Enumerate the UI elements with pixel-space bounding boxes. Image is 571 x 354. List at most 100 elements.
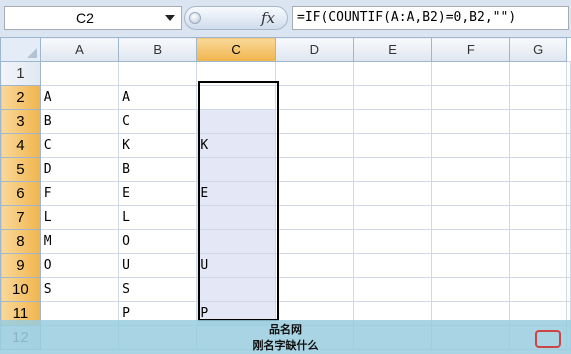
- column-header-a[interactable]: A: [39, 37, 120, 62]
- cell-b4[interactable]: K: [118, 133, 198, 158]
- cell-overflow[interactable]: [566, 253, 571, 278]
- cell-overflow[interactable]: [566, 181, 571, 206]
- cell-c9[interactable]: U: [196, 253, 276, 278]
- cell-d7[interactable]: [274, 205, 354, 230]
- cell-overflow[interactable]: [566, 61, 571, 86]
- row-header-1[interactable]: 1: [0, 61, 41, 86]
- cell-g3[interactable]: [509, 109, 567, 134]
- cell-a8[interactable]: M: [39, 229, 120, 254]
- cell-overflow[interactable]: [566, 277, 571, 302]
- cell-overflow[interactable]: [566, 85, 571, 110]
- name-box[interactable]: C2: [4, 6, 182, 30]
- column-header-b[interactable]: B: [118, 37, 198, 62]
- row-header-6[interactable]: 6: [0, 181, 41, 206]
- cell-c3[interactable]: [196, 109, 276, 134]
- row-header-5[interactable]: 5: [0, 157, 41, 182]
- cell-g7[interactable]: [509, 205, 567, 230]
- cell-g6[interactable]: [509, 181, 567, 206]
- formula-input[interactable]: =IF(COUNTIF(A:A,B2)=0,B2,""): [292, 6, 569, 30]
- cell-b7[interactable]: L: [118, 205, 198, 230]
- fx-icon[interactable]: fx: [261, 9, 275, 27]
- row-header-4[interactable]: 4: [0, 133, 41, 158]
- cell-e8[interactable]: [352, 229, 433, 254]
- cell-d8[interactable]: [274, 229, 354, 254]
- cell-a3[interactable]: B: [39, 109, 120, 134]
- column-header-c[interactable]: C: [196, 37, 276, 62]
- cell-c5[interactable]: [196, 157, 276, 182]
- cell-g4[interactable]: [509, 133, 567, 158]
- cell-f4[interactable]: [431, 133, 511, 158]
- cell-a2[interactable]: A: [39, 85, 120, 110]
- cell-d3[interactable]: [274, 109, 354, 134]
- cell-overflow[interactable]: [566, 157, 571, 182]
- cell-d6[interactable]: [274, 181, 354, 206]
- cell-g9[interactable]: [509, 253, 567, 278]
- cell-a9[interactable]: O: [39, 253, 120, 278]
- cell-d10[interactable]: [274, 277, 354, 302]
- cell-b9[interactable]: U: [118, 253, 198, 278]
- column-header-e[interactable]: E: [352, 37, 433, 62]
- cell-g5[interactable]: [509, 157, 567, 182]
- cell-a1[interactable]: [39, 61, 120, 86]
- cell-g2[interactable]: [509, 85, 567, 110]
- row-header-10[interactable]: 10: [0, 277, 41, 302]
- cell-f9[interactable]: [431, 253, 511, 278]
- cell-b10[interactable]: S: [118, 277, 198, 302]
- cell-f2[interactable]: [431, 85, 511, 110]
- cell-f6[interactable]: [431, 181, 511, 206]
- cell-e6[interactable]: [352, 181, 433, 206]
- cell-overflow[interactable]: [566, 229, 571, 254]
- cell-c1[interactable]: [196, 61, 276, 86]
- column-header-g[interactable]: G: [509, 37, 567, 62]
- cell-g10[interactable]: [509, 277, 567, 302]
- cell-g1[interactable]: [509, 61, 567, 86]
- cell-d9[interactable]: [274, 253, 354, 278]
- row-header-7[interactable]: 7: [0, 205, 41, 230]
- select-all-button[interactable]: [0, 37, 41, 62]
- cell-f3[interactable]: [431, 109, 511, 134]
- cell-f7[interactable]: [431, 205, 511, 230]
- cell-c8[interactable]: [196, 229, 276, 254]
- cell-c6[interactable]: E: [196, 181, 276, 206]
- cell-e4[interactable]: [352, 133, 433, 158]
- cell-c2[interactable]: [196, 85, 276, 110]
- cell-d2[interactable]: [274, 85, 354, 110]
- cell-overflow[interactable]: [566, 109, 571, 134]
- cell-a7[interactable]: L: [39, 205, 120, 230]
- cell-f5[interactable]: [431, 157, 511, 182]
- cell-d5[interactable]: [274, 157, 354, 182]
- cell-b8[interactable]: O: [118, 229, 198, 254]
- cell-e1[interactable]: [352, 61, 433, 86]
- cell-f10[interactable]: [431, 277, 511, 302]
- cell-e10[interactable]: [352, 277, 433, 302]
- cell-e3[interactable]: [352, 109, 433, 134]
- cell-g8[interactable]: [509, 229, 567, 254]
- cell-e2[interactable]: [352, 85, 433, 110]
- row-header-8[interactable]: 8: [0, 229, 41, 254]
- cell-f8[interactable]: [431, 229, 511, 254]
- row-header-3[interactable]: 3: [0, 109, 41, 134]
- cell-e7[interactable]: [352, 205, 433, 230]
- cell-e9[interactable]: [352, 253, 433, 278]
- cell-e5[interactable]: [352, 157, 433, 182]
- cell-b3[interactable]: C: [118, 109, 198, 134]
- cell-b5[interactable]: B: [118, 157, 198, 182]
- cell-b2[interactable]: A: [118, 85, 198, 110]
- cell-c10[interactable]: [196, 277, 276, 302]
- row-header-9[interactable]: 9: [0, 253, 41, 278]
- cell-a6[interactable]: F: [39, 181, 120, 206]
- cell-b1[interactable]: [118, 61, 198, 86]
- cell-d4[interactable]: [274, 133, 354, 158]
- cell-a10[interactable]: S: [39, 277, 120, 302]
- chevron-down-icon[interactable]: [165, 15, 175, 21]
- column-header-f[interactable]: F: [431, 37, 511, 62]
- cell-c4[interactable]: K: [196, 133, 276, 158]
- cell-f1[interactable]: [431, 61, 511, 86]
- cell-a5[interactable]: D: [39, 157, 120, 182]
- cell-overflow[interactable]: [566, 133, 571, 158]
- cell-b6[interactable]: E: [118, 181, 198, 206]
- cell-overflow[interactable]: [566, 205, 571, 230]
- cell-a4[interactable]: C: [39, 133, 120, 158]
- cell-d1[interactable]: [274, 61, 354, 86]
- cell-c7[interactable]: [196, 205, 276, 230]
